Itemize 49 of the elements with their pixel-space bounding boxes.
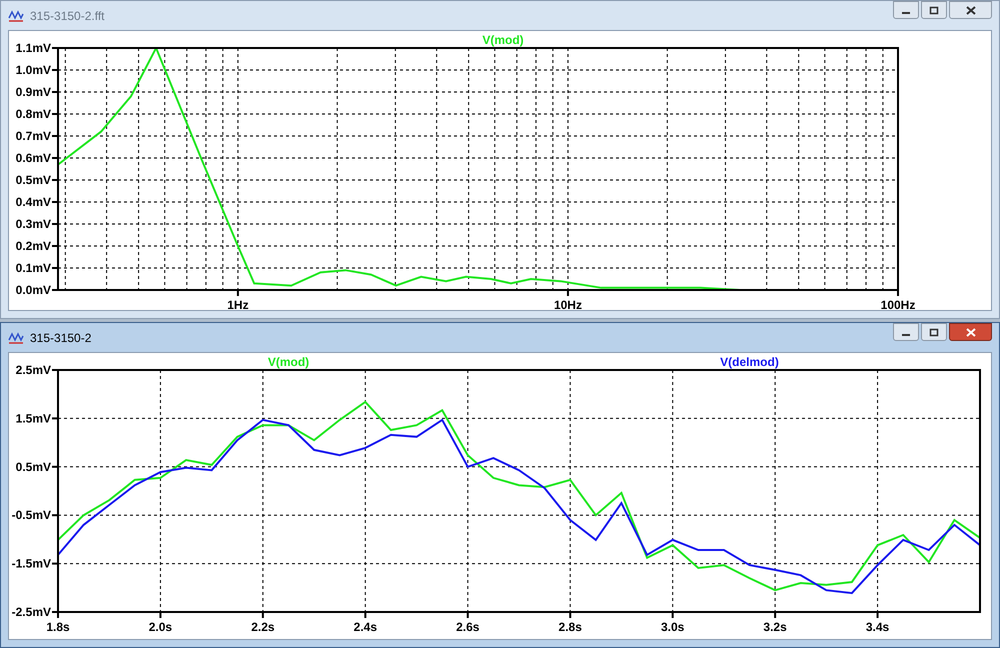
- axis-label: 0.2mV: [16, 239, 51, 253]
- minimize-button[interactable]: [893, 1, 919, 19]
- restore-icon: [929, 328, 939, 336]
- axis-label: 0.0mV: [16, 283, 51, 297]
- minimize-icon: [902, 12, 910, 14]
- axis-label: 10Hz: [554, 298, 582, 310]
- axis-label: -0.5mV: [12, 508, 51, 522]
- axis-label: 2.5mV: [16, 363, 51, 377]
- axis-label: 0.5mV: [16, 173, 51, 187]
- close-icon: [966, 6, 976, 14]
- waveform-icon: [8, 330, 24, 344]
- axis-label: 0.6mV: [16, 151, 51, 165]
- window-title: 315-3150-2.fft: [30, 8, 105, 24]
- axis-label: 1Hz: [227, 298, 249, 310]
- series-label: V(mod): [482, 33, 524, 47]
- axis-label: 0.1mV: [16, 261, 51, 275]
- waveform-icon: [8, 8, 24, 22]
- axis-label: 2.6s: [456, 620, 480, 634]
- restore-button[interactable]: [921, 323, 947, 341]
- axis-label: 100Hz: [880, 298, 916, 310]
- axis-label: 2.8s: [558, 620, 582, 634]
- window-title: 315-3150-2: [30, 330, 92, 346]
- restore-button[interactable]: [921, 1, 947, 19]
- minimize-icon: [902, 334, 910, 336]
- axis-label: 0.9mV: [16, 85, 51, 99]
- close-button[interactable]: [949, 1, 992, 19]
- restore-icon: [929, 6, 939, 14]
- series-label: V(delmod): [720, 355, 779, 369]
- axis-label: 1.0mV: [16, 63, 51, 77]
- axis-label: 2.0s: [148, 620, 172, 634]
- axis-label: 3.2s: [763, 620, 787, 634]
- axis-label: -2.5mV: [12, 605, 51, 619]
- axis-label: 3.4s: [866, 620, 890, 634]
- axis-label: 3.0s: [660, 620, 684, 634]
- close-icon: [966, 328, 976, 336]
- close-button[interactable]: [949, 323, 992, 341]
- axis-label: 2.2s: [251, 620, 275, 634]
- axis-label: 0.7mV: [16, 129, 51, 143]
- axis-label: 0.8mV: [16, 107, 51, 121]
- minimize-button[interactable]: [893, 323, 919, 341]
- series-label: V(mod): [268, 355, 310, 369]
- axis-label: 0.5mV: [16, 460, 51, 474]
- axis-label: 0.4mV: [16, 195, 51, 209]
- axis-label: 0.3mV: [16, 217, 51, 231]
- axis-label: -1.5mV: [12, 556, 51, 571]
- axis-label: 2.4s: [354, 620, 378, 634]
- axis-label: 1.1mV: [16, 41, 51, 55]
- axis-label: 1.5mV: [16, 411, 51, 426]
- axis-label: 1.8s: [46, 620, 70, 634]
